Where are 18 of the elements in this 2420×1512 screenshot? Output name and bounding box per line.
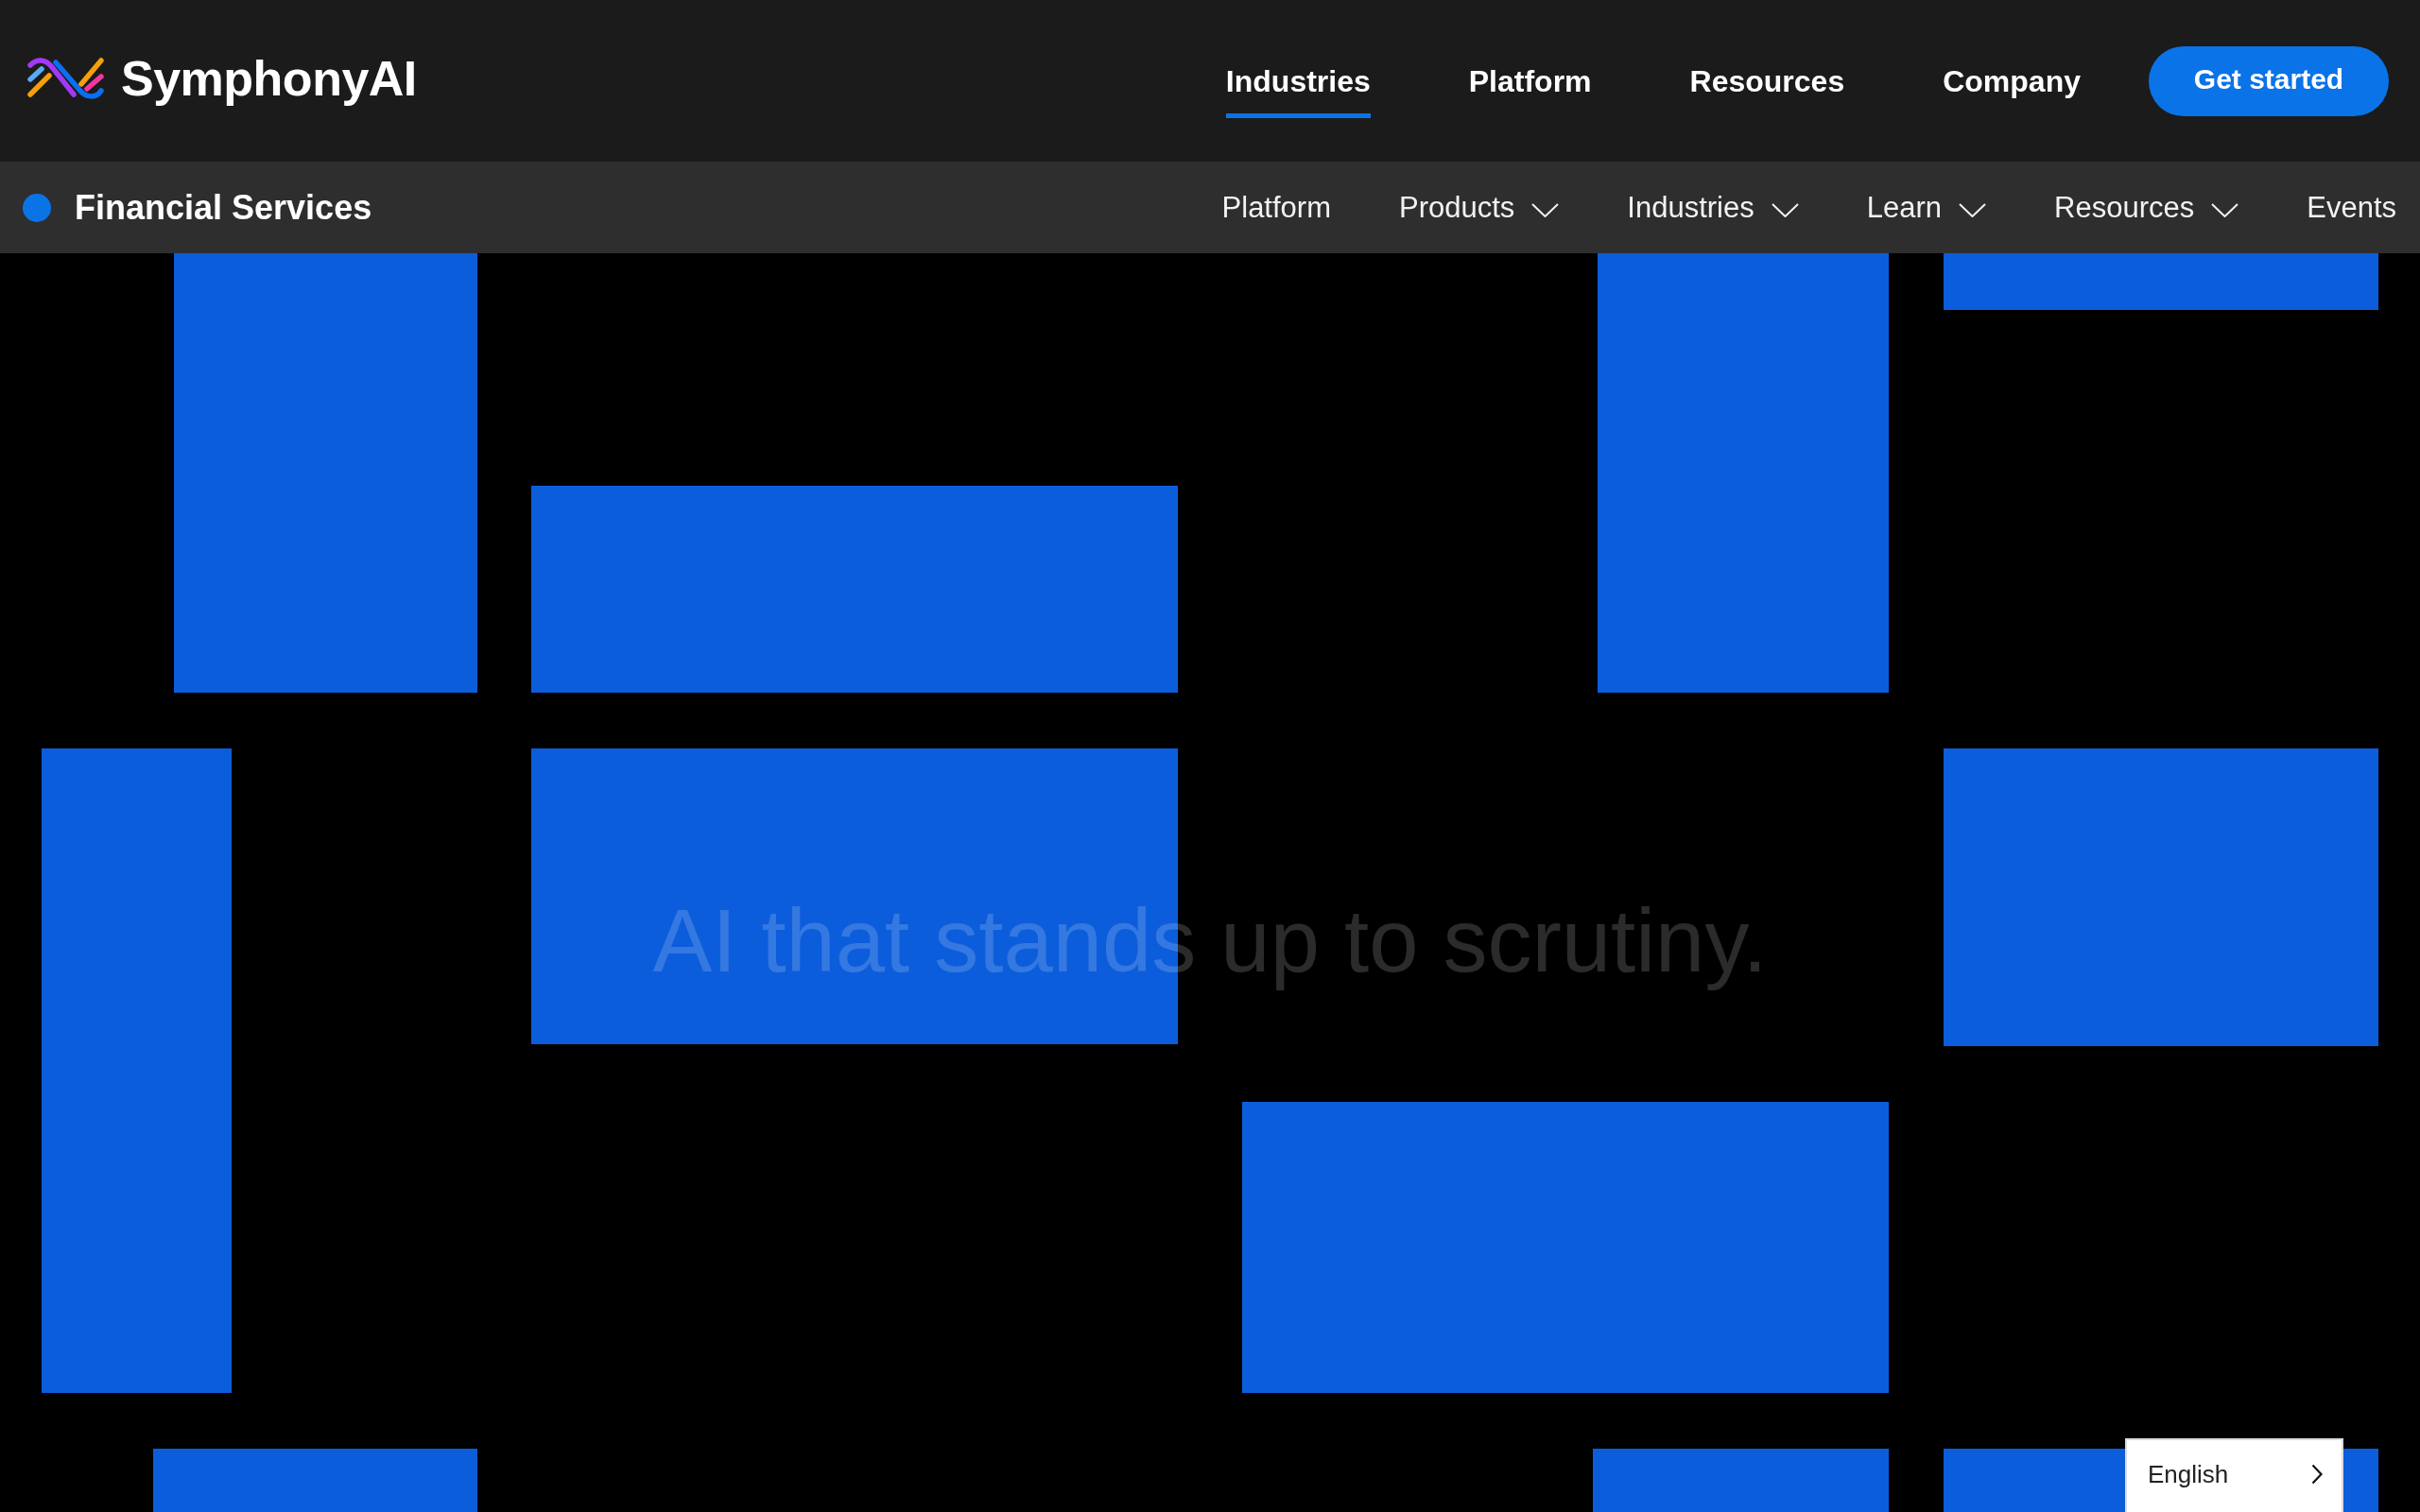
chevron-down-icon [1531,203,1560,217]
nav-link[interactable]: Resources [1689,43,1845,118]
logo-icon [26,56,106,100]
subnav-menu-link[interactable]: Products [1399,193,1560,222]
get-started-button[interactable]: Get started [2149,45,2389,116]
subnav-menu-link[interactable]: Learn [1866,193,1987,222]
subnav-menu-link[interactable]: Resources [2054,193,2239,222]
section-title: Financial Services [75,190,372,225]
nav-link[interactable]: Industries [1225,43,1371,118]
subnav-link[interactable]: Platform [1221,193,1331,222]
chevron-down-icon [1771,203,1799,217]
subnav-link[interactable]: Events [2307,193,2396,222]
dot-icon [23,193,51,222]
nav-link[interactable]: Company [1943,43,2081,118]
chevron-down-icon [1959,203,1987,217]
chevron-down-icon [2211,203,2239,217]
subnav-menu-link[interactable]: Industries [1627,193,1799,222]
nav-link[interactable]: Platform [1468,43,1592,118]
